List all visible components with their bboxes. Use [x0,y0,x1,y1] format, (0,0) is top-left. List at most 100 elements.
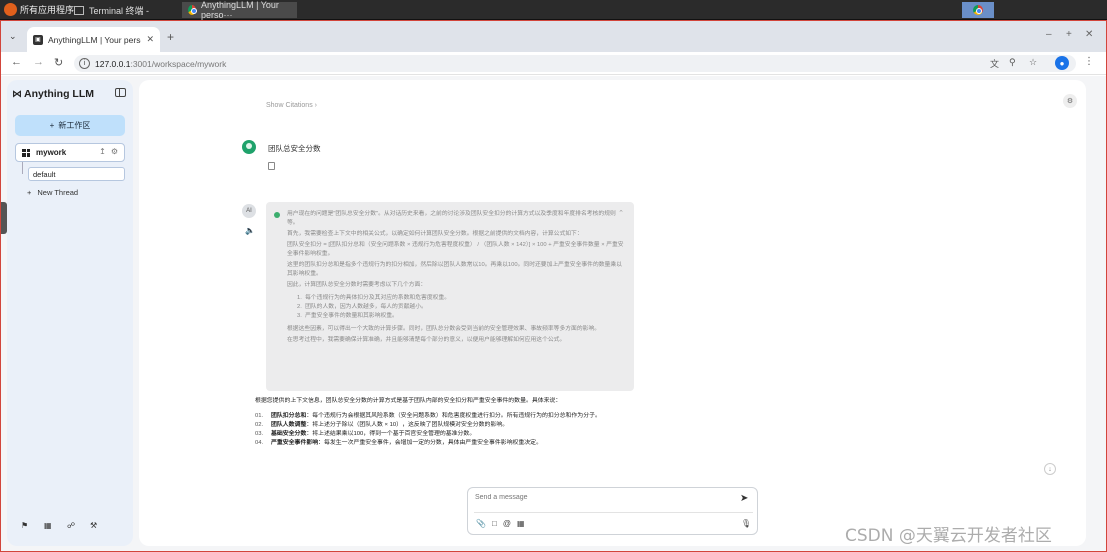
forward-icon[interactable]: → [33,56,44,68]
url-host: 127.0.0.1 [95,58,131,69]
user-avatar [242,140,256,154]
copy-icon[interactable] [268,162,275,170]
workspace-actions: ↥ ⚙ [99,147,118,156]
support-icon[interactable]: ⚑ [21,522,29,530]
list-item: 01. 团队扣分总和：每个违规行为会根据其风险系数（安全问题系数）和危害度权重进行… [255,412,625,421]
taskbar-chrome-label: AnythingLLM | Your perso··· [201,0,279,20]
upload-icon[interactable]: ↥ [99,147,106,156]
list-term: 严重安全事件影响 [271,440,319,446]
os-apps-menu[interactable]: 所有应用程序 [4,3,74,16]
thinking-text: 首先，我需要检查上下文中的相关公式，以确定如何计算团队安全分数。根据之前提供的文… [287,231,583,237]
list-term: 团队扣分总和 [271,413,307,419]
list-text: 团队的人数，因为人数越多，每人的贡献越小。 [305,304,427,310]
list-number: 03. [255,431,264,437]
address-bar[interactable]: i 127.0.0.1:3001/workspace/mywork 文 ⚲ ☆ [74,55,1076,72]
plus-icon: + [49,121,55,130]
browser-window: ⌄ ▣ AnythingLLM | Your perso ✕ + – + ✕ ←… [0,20,1107,552]
list-item: 1. 每个违规行为的具体扣分及其对应的系数和危害度权重。 [287,294,624,303]
thread-item-default[interactable]: default [28,167,125,181]
thinking-text: 在思考过程中，我需要确保计算准确，并且能够清楚每个部分的意义，以便用户能够理解如… [287,337,566,343]
new-workspace-label: 新工作区 [58,121,91,130]
attach-icon[interactable]: 📎 [476,519,486,528]
settings-wrench-icon[interactable]: ⚒ [90,522,98,530]
message-input[interactable] [475,494,725,501]
terminal-icon [74,5,84,15]
watermark: CSDN @天翼云开发者社区 [845,526,1052,546]
text-size-icon[interactable]: ▦ [517,519,525,528]
thinking-block: ⌃ 用户现在的问题是"团队总安全分数"。从对话历史来看，之前的讨论涉及团队安全扣… [266,202,634,391]
chat-settings-icon[interactable]: ⚙ [1063,94,1077,108]
list-number: 3. [297,313,302,319]
sidebar: ⋈ Anything LLM + 新工作区 mywork ↥ ⚙ default [7,80,133,546]
thinking-text: 因此，计算团队总安全分数时需要考虑以下几个方面： [287,282,427,288]
composer-tools: 📎 □ @ ▦ [476,519,525,528]
list-text: 每个违规行为的具体扣分及其对应的系数和危害度权重。 [305,295,451,301]
slash-command-icon[interactable]: □ [492,519,497,528]
answer-intro: 根据您提供的上下文信息，团队总安全分数的计算方式是基于团队内部的安全扣分和严重安… [255,398,562,404]
workspace-name: mywork [36,148,67,157]
brand-logo: ⋈ Anything LLM [12,88,94,100]
chrome-icon [973,5,983,15]
reload-icon[interactable]: ↻ [54,56,63,69]
workspace-grid-icon [22,148,30,157]
send-icon[interactable]: ➤ [740,493,748,504]
sidebar-footer: ⚑ ▦ ☍ ⚒ [21,522,98,530]
assistant-answer: 根据您提供的上下文信息，团队总安全分数的计算方式是基于团队内部的安全扣分和严重安… [255,397,625,448]
answer-list: 01. 团队扣分总和：每个违规行为会根据其风险系数（安全问题系数）和危害度权重进行… [255,412,625,448]
taskbar-chrome-pinned[interactable] [962,2,994,18]
translate-icon[interactable]: 文 [990,57,999,70]
tab-close-icon[interactable]: ✕ [146,34,154,45]
thinking-list: 1. 每个违规行为的具体扣分及其对应的系数和危害度权重。 2. 团队的人数，因为… [287,294,624,321]
browser-menu-icon[interactable]: ⋮ [1084,56,1094,67]
message-composer: ➤ 📎 □ @ ▦ 🎙 [467,487,758,535]
microphone-icon[interactable]: 🎙 [741,519,751,528]
os-taskbar: 所有应用程序 Terminal 终端 - AnythingLLM | Your … [0,0,1107,20]
list-item: 02. 团队人数调整：将上述分子除以（团队人数 × 10），这反映了团队规模对安全… [255,421,625,430]
settings-gear-icon[interactable]: ⚙ [111,147,118,156]
os-logo-icon [4,3,17,16]
site-info-icon[interactable]: i [79,58,90,69]
thinking-collapse-icon[interactable]: ⌃ [618,209,624,218]
new-thread-button[interactable]: + New Thread [27,188,78,197]
workspace-item-mywork[interactable]: mywork ↥ ⚙ [15,143,125,162]
community-icon[interactable]: ☍ [67,522,75,530]
thread-connector [22,162,23,174]
speaker-icon[interactable]: 🔈 [245,226,255,235]
sidebar-toggle-icon[interactable] [115,88,126,97]
list-term: 基础安全分数 [271,431,307,437]
list-item: 3. 严重安全事件的数量和其影响权重。 [287,312,624,321]
minimize-icon[interactable]: – [1046,29,1052,40]
url-path: :3001/workspace/mywork [130,58,227,69]
taskbar-chrome[interactable]: AnythingLLM | Your perso··· [182,0,297,20]
list-item: 2. 团队的人数，因为人数越多，每人的贡献越小。 [287,303,624,312]
scroll-to-bottom-icon[interactable]: ↓ [1044,463,1056,475]
list-term: 团队人数调整 [271,422,307,428]
thinking-text: 根据这些因素，可以得出一个大致的计算步骤。同时，团队总分数会受到当前的安全管理效… [287,326,601,332]
maximize-icon[interactable]: + [1066,29,1072,40]
tab-strip: ⌄ ▣ AnythingLLM | Your perso ✕ + – + ✕ [1,21,1106,52]
browser-tab[interactable]: ▣ AnythingLLM | Your perso ✕ [27,27,160,52]
profile-avatar-icon[interactable]: ● [1055,56,1069,70]
agent-at-icon[interactable]: @ [503,519,511,528]
thinking-text: 用户现在的问题是"团队总安全分数"。从对话历史来看，之前的讨论涉及团队安全扣分的… [287,211,616,226]
user-message: 团队总安全分数 [268,144,321,153]
list-text: ：每个违规行为会根据其风险系数（安全问题系数）和危害度权重进行扣分。所有违规行为… [306,413,601,419]
taskbar-terminal[interactable]: Terminal 终端 - [68,2,180,18]
bookmark-star-icon[interactable]: ☆ [1029,57,1037,68]
list-item: 03. 基础安全分数：将上述结果乘以100，得到一个基于百官安全管理的基准分数。 [255,430,625,439]
list-number: 2. [297,304,302,310]
assistant-avatar: AI [242,204,256,218]
docs-book-icon[interactable]: ▦ [44,522,52,530]
taskbar-terminal-label: Terminal 终端 - [89,5,150,16]
anythingllm-logo-icon: ⋈ [12,88,22,100]
tab-search-icon[interactable]: ⌄ [9,31,17,42]
new-thread-label: New Thread [37,188,79,197]
new-workspace-button[interactable]: + 新工作区 [15,115,125,136]
back-icon[interactable]: ← [11,56,22,68]
new-tab-icon[interactable]: + [167,30,174,44]
browser-toolbar: ← → ↻ i 127.0.0.1:3001/workspace/mywork … [1,52,1106,75]
close-window-icon[interactable]: ✕ [1085,29,1093,40]
zoom-icon[interactable]: ⚲ [1009,57,1016,68]
composer-divider [474,512,753,513]
show-citations-link[interactable]: Show Citations › [266,102,317,109]
